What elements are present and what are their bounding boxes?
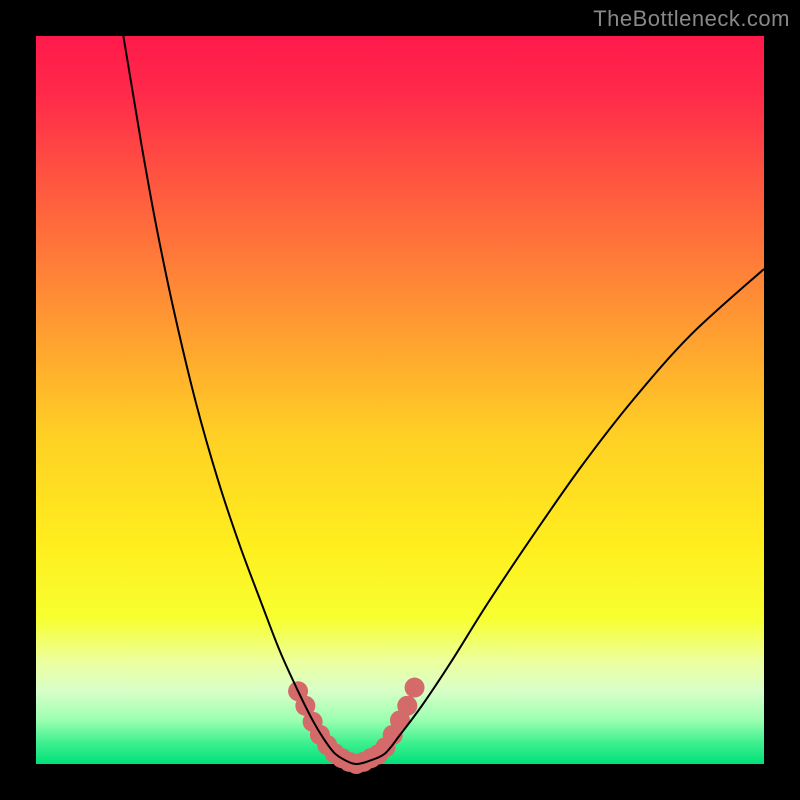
bottleneck-chart [0,0,800,800]
watermark-text: TheBottleneck.com [593,6,790,32]
highlight-dot [405,678,425,698]
plot-background [36,36,764,764]
highlight-dot [397,696,417,716]
chart-frame: TheBottleneck.com [0,0,800,800]
